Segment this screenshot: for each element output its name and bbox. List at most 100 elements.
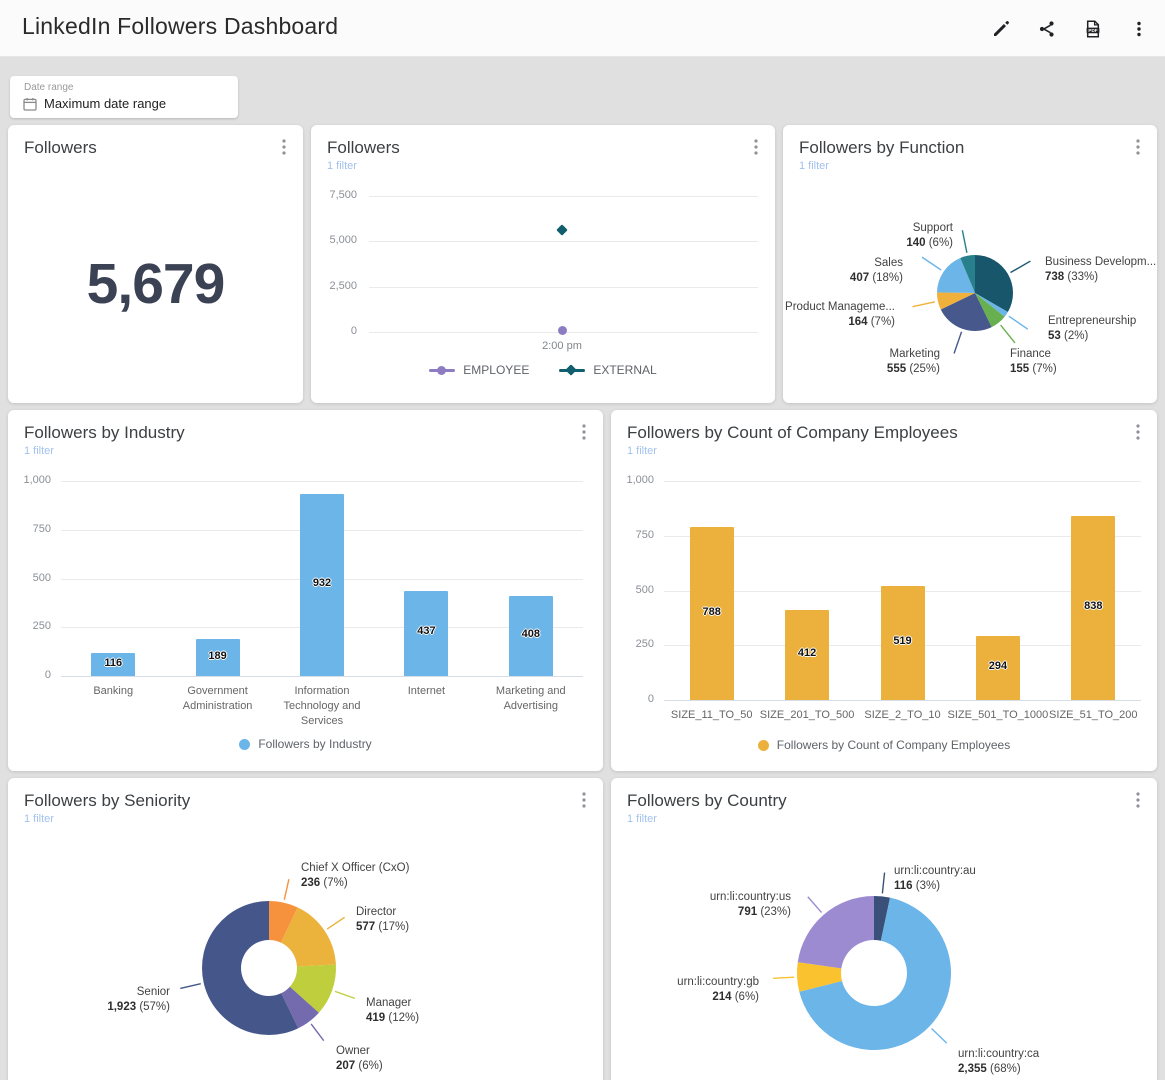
bar-value-label: 519 xyxy=(879,635,927,647)
pie-label-country-au: urn:li:country:au 116 (3%) xyxy=(894,864,976,894)
pie-label-country-gb: urn:li:country:gb 214 (6%) xyxy=(677,975,759,1005)
pie-label-manager: Manager 419 (12%) xyxy=(366,996,419,1026)
y-axis-label: 2,500 xyxy=(311,280,357,292)
leader-line xyxy=(954,332,962,354)
bar-value-label: 294 xyxy=(974,660,1022,672)
pie-label-country-us: urn:li:country:us 791 (23%) xyxy=(710,890,791,920)
y-axis-label: 0 xyxy=(8,669,51,681)
y-axis-label: 1,000 xyxy=(8,474,51,486)
dashboard-page: LinkedIn Followers Dashboard PDF Date ra… xyxy=(0,0,1165,1080)
pie-label-product-management: Product Manageme... 164 (7%) xyxy=(785,300,895,330)
slice-urn:li:country:us[interactable] xyxy=(798,896,874,968)
leader-line xyxy=(962,230,967,253)
bar-value-label: 932 xyxy=(298,577,346,589)
bar-value-label: 116 xyxy=(89,657,137,669)
pie-label-support: Support 140 (6%) xyxy=(906,221,953,251)
edit-pencil-icon[interactable] xyxy=(983,11,1019,47)
industry-bar-chart[interactable]: 1,0007505002500116Banking189Government A… xyxy=(8,410,603,771)
gridline xyxy=(369,287,758,288)
trend-legend: EMPLOYEE EXTERNAL xyxy=(311,363,775,377)
y-axis-label: 250 xyxy=(611,638,654,650)
point-external[interactable] xyxy=(556,224,567,235)
pie-label-owner: Owner 207 (6%) xyxy=(336,1044,383,1074)
x-axis-label: Government Administration xyxy=(161,684,273,714)
leader-line xyxy=(180,984,200,989)
pie-label-country-ca: urn:li:country:ca 2,355 (68%) xyxy=(958,1047,1039,1077)
leader-line xyxy=(1011,261,1031,272)
pie-label-sales: Sales 407 (18%) xyxy=(850,256,903,286)
x-axis-label: Marketing and Advertising xyxy=(475,684,587,714)
more-options-icon[interactable] xyxy=(1121,11,1157,47)
leader-line xyxy=(882,873,884,894)
point-employee[interactable] xyxy=(558,326,567,335)
bar-value-label: 437 xyxy=(402,625,450,637)
y-axis-label: 5,000 xyxy=(311,234,357,246)
leader-line xyxy=(922,257,941,270)
y-axis-label: 250 xyxy=(8,620,51,632)
leader-line xyxy=(327,917,344,929)
leader-line xyxy=(335,991,355,998)
x-axis-label: Internet xyxy=(370,684,482,699)
card-followers-trend: Followers 1 filter 7,5005,0002,50002:00 … xyxy=(311,125,775,403)
function-pie-chart[interactable]: Support 140 (6%) Sales 407 (18%) Product… xyxy=(783,125,1157,403)
pie-label-cxo: Chief X Officer (CxO) 236 (7%) xyxy=(301,861,409,891)
date-range-value: Maximum date range xyxy=(44,96,166,111)
country-donut-chart[interactable]: urn:li:country:au 116 (3%) urn:li:countr… xyxy=(611,778,1157,1080)
leader-line xyxy=(932,1029,947,1044)
y-axis-label: 0 xyxy=(311,325,357,337)
x-axis-label: SIZE_501_TO_1000 xyxy=(946,708,1049,723)
leader-line xyxy=(912,302,934,307)
gridline xyxy=(664,700,1141,701)
y-axis-label: 0 xyxy=(611,693,654,705)
pie-label-finance: Finance 155 (7%) xyxy=(1010,347,1057,377)
legend-item-employee: EMPLOYEE xyxy=(429,363,529,377)
pie-label-business-development: Business Developm... 738 (33%) xyxy=(1045,255,1156,285)
bar-value-label: 412 xyxy=(783,647,831,659)
gridline xyxy=(61,481,583,482)
share-icon[interactable] xyxy=(1029,11,1065,47)
y-axis-label: 750 xyxy=(611,529,654,541)
leader-line xyxy=(284,879,289,899)
card-followers-by-function: Followers by Function 1 filter Support 1… xyxy=(783,125,1157,403)
calendar-icon xyxy=(23,97,37,116)
y-axis-label: 500 xyxy=(8,572,51,584)
gridline xyxy=(369,196,758,197)
legend-item-company-size: Followers by Count of Company Employees xyxy=(758,738,1010,752)
card-followers-by-country: Followers by Country 1 filter urn:li:cou… xyxy=(611,778,1157,1080)
pie-label-marketing: Marketing 555 (25%) xyxy=(887,347,940,377)
card-title: Followers xyxy=(24,138,97,158)
date-range-label: Date range xyxy=(24,82,73,93)
card-menu-icon[interactable] xyxy=(277,138,291,156)
bar-value-label: 189 xyxy=(194,650,242,662)
y-axis-label: 500 xyxy=(611,584,654,596)
gridline xyxy=(61,676,583,677)
bar-value-label: 408 xyxy=(507,628,555,640)
y-axis-label: 1,000 xyxy=(611,474,654,486)
page-title: LinkedIn Followers Dashboard xyxy=(22,13,338,40)
y-axis-label: 7,500 xyxy=(311,189,357,201)
followers-total-value: 5,679 xyxy=(8,185,303,383)
employee-marker-sample xyxy=(429,365,455,376)
followers-trend-chart[interactable]: 7,5005,0002,50002:00 pm xyxy=(311,125,775,403)
gridline xyxy=(664,536,1141,537)
leader-line xyxy=(1001,325,1015,343)
leader-line xyxy=(311,1024,324,1041)
seniority-donut-chart[interactable]: Chief X Officer (CxO) 236 (7%) Director … xyxy=(8,778,603,1080)
y-axis-label: 750 xyxy=(8,523,51,535)
pie-svg xyxy=(8,778,603,1080)
leader-line xyxy=(1009,316,1028,329)
svg-text:PDF: PDF xyxy=(1088,27,1097,32)
card-followers-by-seniority: Followers by Seniority 1 filter Chief X … xyxy=(8,778,603,1080)
header-actions: PDF xyxy=(983,0,1157,57)
date-range-filter[interactable]: Date range Maximum date range xyxy=(10,76,238,118)
bar-value-label: 838 xyxy=(1069,600,1117,612)
bar-value-label: 788 xyxy=(688,606,736,618)
gridline xyxy=(369,241,758,242)
x-axis-label: SIZE_51_TO_200 xyxy=(1042,708,1145,723)
company-size-bar-chart[interactable]: 1,0007505002500788SIZE_11_TO_50412SIZE_2… xyxy=(611,410,1157,771)
card-followers-by-industry: Followers by Industry 1 filter 1,0007505… xyxy=(8,410,603,771)
leader-line xyxy=(773,977,794,978)
legend-item-industry: Followers by Industry xyxy=(239,737,371,751)
download-pdf-icon[interactable]: PDF xyxy=(1075,11,1111,47)
company-size-legend: Followers by Count of Company Employees xyxy=(611,738,1157,752)
